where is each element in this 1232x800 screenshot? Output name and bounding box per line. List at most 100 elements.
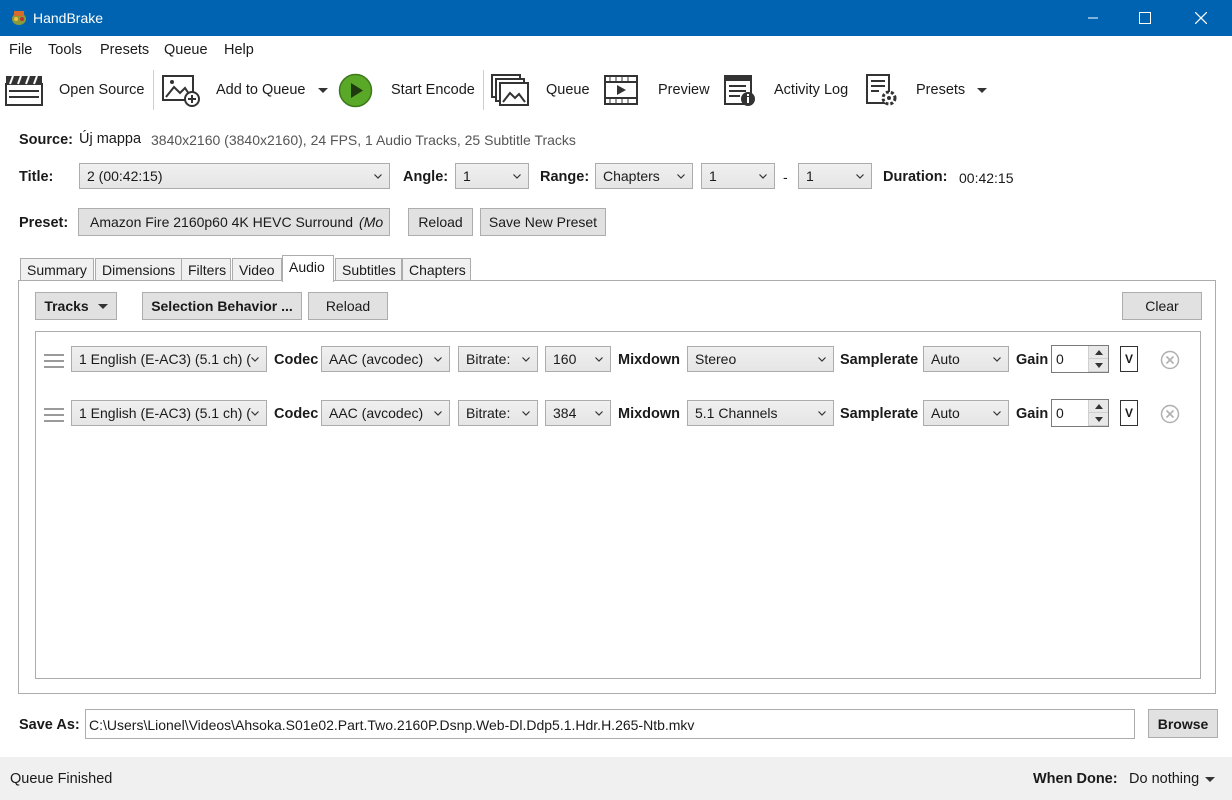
menu-help[interactable]: Help bbox=[224, 42, 254, 58]
chevron-down-icon bbox=[818, 357, 826, 362]
gain-up-button[interactable] bbox=[1089, 346, 1108, 359]
samplerate-select[interactable]: Auto bbox=[923, 400, 1009, 426]
track-source-select[interactable]: 1 English (E-AC3) (5.1 ch) ( bbox=[71, 400, 267, 426]
menu-presets[interactable]: Presets bbox=[100, 42, 149, 58]
maximize-button[interactable] bbox=[1122, 0, 1168, 36]
gain-stepper[interactable]: 0 bbox=[1051, 345, 1109, 373]
close-icon bbox=[1195, 12, 1207, 24]
range-end-select[interactable]: 1 bbox=[798, 163, 872, 189]
chevron-down-icon bbox=[993, 411, 1001, 416]
chevron-up-icon bbox=[1094, 349, 1103, 355]
queue-button[interactable]: Queue bbox=[490, 64, 590, 116]
range-start-value: 1 bbox=[709, 168, 717, 184]
track-options-button[interactable]: V bbox=[1120, 400, 1138, 426]
gain-up-button[interactable] bbox=[1089, 400, 1108, 413]
tab-chapters[interactable]: Chapters bbox=[402, 258, 471, 281]
mixdown-value: Stereo bbox=[695, 351, 737, 367]
angle-select[interactable]: 1 bbox=[455, 163, 529, 189]
menu-queue[interactable]: Queue bbox=[164, 42, 208, 58]
chevron-down-icon[interactable] bbox=[977, 87, 988, 93]
queue-label: Queue bbox=[546, 82, 590, 98]
remove-track-icon[interactable] bbox=[1160, 350, 1180, 370]
range-start-select[interactable]: 1 bbox=[701, 163, 775, 189]
save-as-path-field[interactable]: C:\Users\Lionel\Videos\Ahsoka.S01e02.Par… bbox=[85, 709, 1135, 739]
queue-icon bbox=[491, 74, 529, 106]
mixdown-select[interactable]: Stereo bbox=[687, 346, 834, 372]
remove-track-icon[interactable] bbox=[1160, 404, 1180, 424]
menu-tools[interactable]: Tools bbox=[48, 42, 82, 58]
chevron-up-icon bbox=[1094, 403, 1103, 409]
title-bar: HandBrake bbox=[0, 0, 1232, 36]
samplerate-select[interactable]: Auto bbox=[923, 346, 1009, 372]
tab-subtitles[interactable]: Subtitles bbox=[335, 258, 402, 281]
chevron-down-icon bbox=[513, 174, 521, 179]
status-text: Queue Finished bbox=[10, 771, 113, 787]
samplerate-label: Samplerate bbox=[840, 352, 919, 368]
add-image-icon bbox=[162, 75, 200, 107]
drag-handle-icon[interactable] bbox=[44, 408, 64, 422]
tab-audio[interactable]: Audio bbox=[282, 255, 334, 282]
status-bar: Queue Finished When Done: Do nothing bbox=[0, 757, 1232, 800]
chevron-down-icon bbox=[434, 411, 442, 416]
track-source-select[interactable]: 1 English (E-AC3) (5.1 ch) ( bbox=[71, 346, 267, 372]
when-done-select[interactable]: Do nothing bbox=[1129, 771, 1216, 787]
tab-summary[interactable]: Summary bbox=[20, 258, 94, 281]
clapperboard-icon bbox=[5, 75, 43, 106]
gain-label: Gain bbox=[1016, 406, 1049, 422]
tracks-button[interactable]: Tracks bbox=[35, 292, 117, 320]
menu-file[interactable]: File bbox=[9, 42, 32, 58]
chevron-down-icon bbox=[1094, 416, 1103, 422]
angle-select-value: 1 bbox=[463, 168, 471, 184]
gain-down-button[interactable] bbox=[1089, 359, 1108, 372]
bitrate-select[interactable]: 160 bbox=[545, 346, 611, 372]
selection-behavior-button[interactable]: Selection Behavior ... bbox=[142, 292, 302, 320]
open-source-button[interactable]: Open Source bbox=[5, 64, 144, 116]
bitrate-select[interactable]: 384 bbox=[545, 400, 611, 426]
codec-label: Codec bbox=[274, 352, 319, 368]
gain-stepper[interactable]: 0 bbox=[1051, 399, 1109, 427]
gain-down-button[interactable] bbox=[1089, 413, 1108, 426]
range-type-select[interactable]: Chapters bbox=[595, 163, 693, 189]
audio-tab-panel: Tracks Selection Behavior ... Reload Cle… bbox=[18, 280, 1216, 694]
preview-button[interactable]: Preview bbox=[604, 64, 710, 116]
add-to-queue-button[interactable]: Add to Queue bbox=[161, 64, 328, 116]
codec-select[interactable]: AAC (avcodec) bbox=[321, 400, 450, 426]
mixdown-select[interactable]: 5.1 Channels bbox=[687, 400, 834, 426]
preset-selector[interactable]: Amazon Fire 2160p60 4K HEVC Surround (Mo bbox=[78, 208, 390, 236]
codec-value: AAC (avcodec) bbox=[329, 405, 424, 421]
tab-filters[interactable]: Filters bbox=[181, 258, 231, 281]
chevron-down-icon bbox=[856, 174, 864, 179]
start-encode-button[interactable]: Start Encode bbox=[338, 64, 475, 116]
preset-modified-suffix: (Mo bbox=[359, 214, 384, 230]
chevron-down-icon bbox=[993, 357, 1001, 362]
drag-handle-icon[interactable] bbox=[44, 354, 64, 368]
codec-select[interactable]: AAC (avcodec) bbox=[321, 346, 450, 372]
preset-reload-button[interactable]: Reload bbox=[408, 208, 473, 236]
browse-button[interactable]: Browse bbox=[1148, 709, 1218, 738]
chevron-down-icon bbox=[374, 174, 382, 179]
source-info: 3840x2160 (3840x2160), 24 FPS, 1 Audio T… bbox=[151, 132, 576, 148]
chevron-down-icon[interactable] bbox=[317, 87, 328, 93]
presets-button[interactable]: Presets bbox=[866, 64, 988, 116]
track-options-button[interactable]: V bbox=[1120, 346, 1138, 372]
tracks-button-label: Tracks bbox=[44, 298, 89, 314]
title-select[interactable]: 2 (00:42:15) bbox=[79, 163, 390, 189]
preview-label: Preview bbox=[658, 82, 710, 98]
save-as-label: Save As: bbox=[19, 717, 80, 733]
maximize-icon bbox=[1139, 12, 1151, 24]
audio-track-list: 1 English (E-AC3) (5.1 ch) ( Codec AAC (… bbox=[35, 331, 1201, 679]
save-new-preset-button[interactable]: Save New Preset bbox=[480, 208, 606, 236]
minimize-button[interactable] bbox=[1070, 0, 1116, 36]
presets-label: Presets bbox=[916, 82, 966, 98]
tab-video[interactable]: Video bbox=[232, 258, 282, 281]
rate-mode-select[interactable]: Bitrate: bbox=[458, 346, 538, 372]
toolbar-separator bbox=[483, 70, 484, 110]
clear-button[interactable]: Clear bbox=[1122, 292, 1202, 320]
samplerate-value: Auto bbox=[931, 351, 960, 367]
close-button[interactable] bbox=[1178, 0, 1224, 36]
title-label: Title: bbox=[19, 169, 54, 185]
rate-mode-select[interactable]: Bitrate: bbox=[458, 400, 538, 426]
angle-label: Angle: bbox=[403, 169, 449, 185]
audio-reload-button[interactable]: Reload bbox=[308, 292, 388, 320]
activity-log-button[interactable]: Activity Log bbox=[724, 64, 848, 116]
